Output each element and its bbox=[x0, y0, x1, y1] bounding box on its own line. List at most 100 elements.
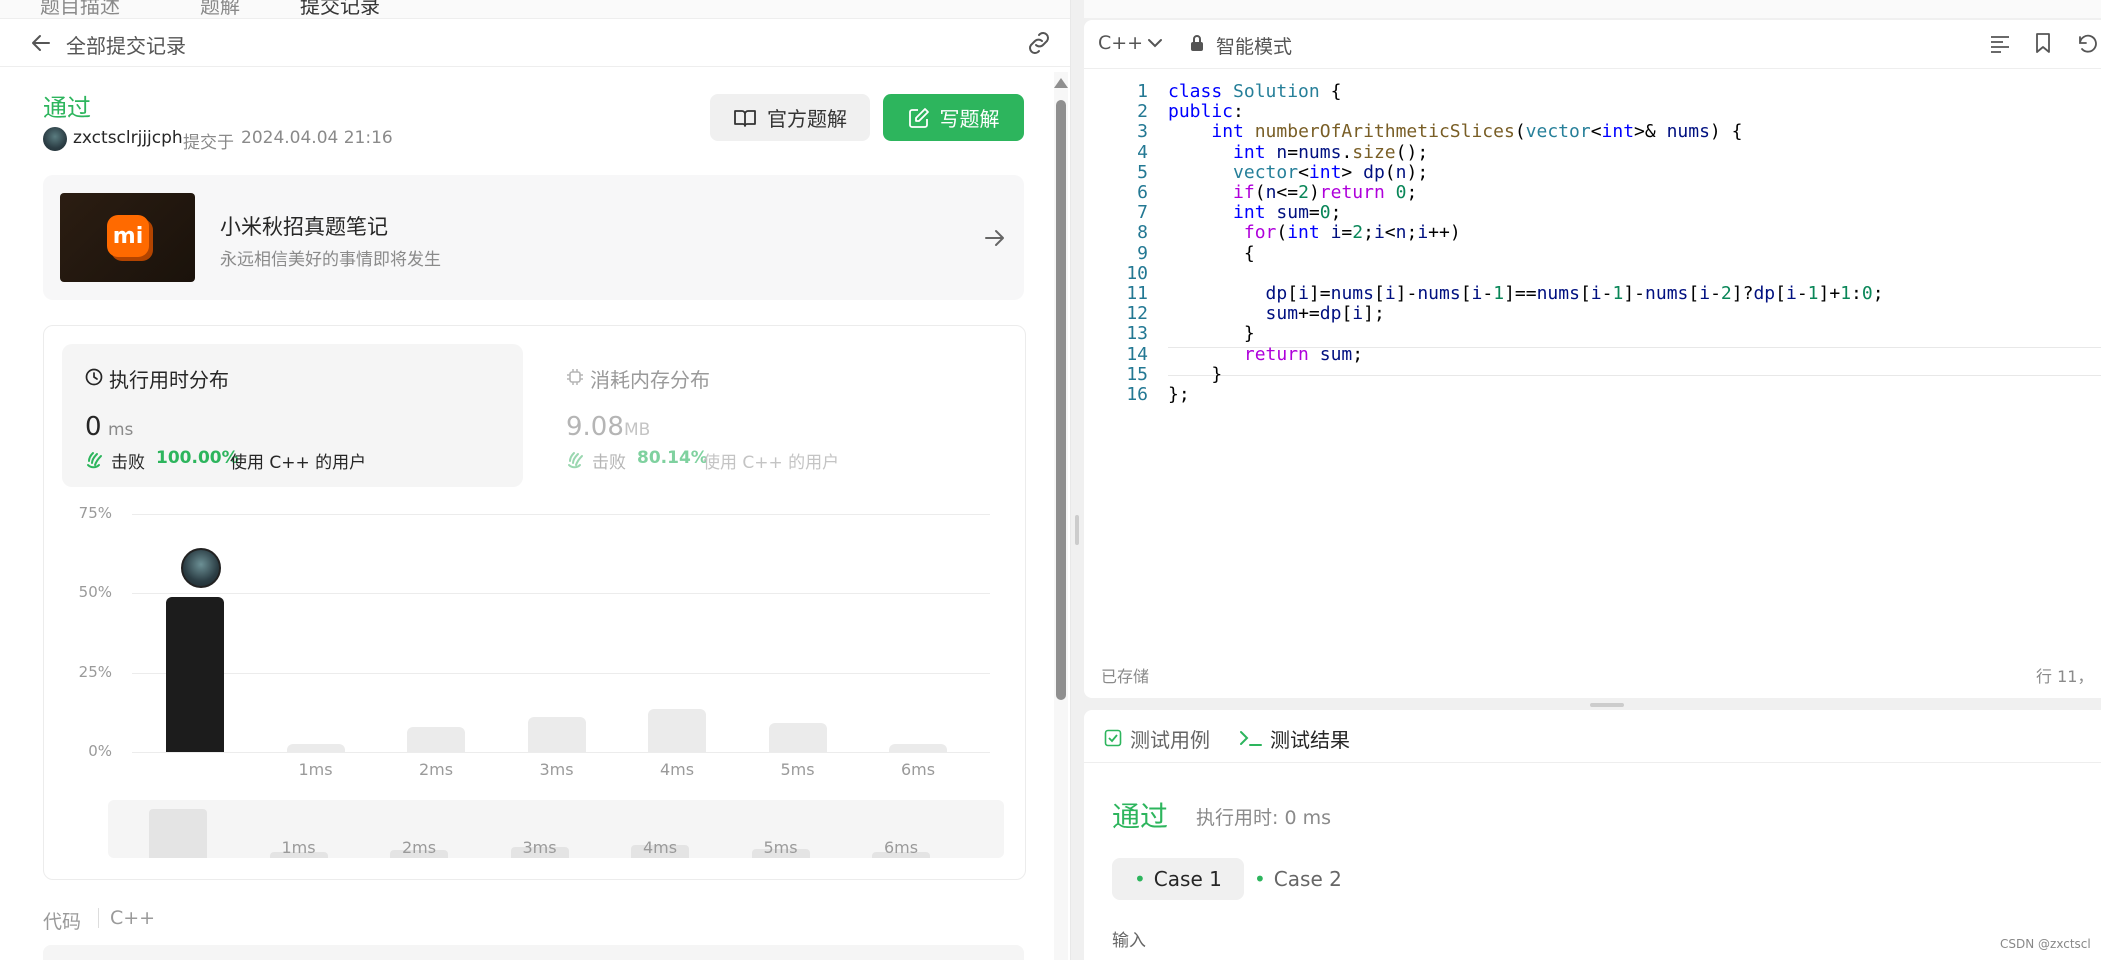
xiaomi-logo-icon: mi bbox=[107, 215, 149, 257]
overview-tick-label: 1ms bbox=[281, 838, 316, 857]
runtime-beat-prefix: 击败 bbox=[111, 453, 145, 473]
smart-mode-label[interactable]: 智能模式 bbox=[1216, 32, 1292, 59]
chart-x-tick-label: 2ms bbox=[418, 760, 454, 779]
book-icon bbox=[734, 109, 756, 127]
pass-dot-icon: • bbox=[1134, 867, 1146, 891]
chart-x-tick-label: 5ms bbox=[780, 760, 815, 779]
chart-bar-0ms[interactable] bbox=[166, 596, 224, 752]
case-label: Case 1 bbox=[1153, 867, 1222, 891]
chart-gridline bbox=[132, 752, 990, 753]
runtime-value: 0 bbox=[85, 412, 102, 442]
overview-tick-label: 2ms bbox=[401, 838, 437, 857]
case-tab-2[interactable]: • Case 2 bbox=[1232, 858, 1364, 900]
splitter-handle[interactable] bbox=[1075, 515, 1079, 545]
input-label: 输入 bbox=[1112, 931, 1146, 951]
code-editor-panel: C++ 智能模式 1 class Solution {2 public: 3 int … bbox=[1084, 20, 2101, 698]
divider bbox=[98, 908, 99, 928]
reset-icon[interactable] bbox=[2076, 33, 2098, 55]
avatar[interactable] bbox=[43, 127, 67, 151]
official-solution-label: 官方题解 bbox=[767, 107, 847, 131]
bookmark-icon[interactable] bbox=[2034, 32, 2052, 54]
edit-icon bbox=[908, 107, 929, 128]
chart-y-tick-label: 75% bbox=[78, 504, 112, 522]
format-icon[interactable] bbox=[1989, 34, 2011, 54]
tab-solutions[interactable]: 题解 bbox=[200, 0, 240, 19]
line-number: 16 bbox=[1126, 384, 1148, 405]
horizontal-resize-handle[interactable] bbox=[1590, 703, 1624, 707]
result-tab-bar: 测试用例 测试结果 bbox=[1084, 710, 2101, 763]
runtime-title: 执行用时分布 bbox=[109, 368, 229, 392]
runtime-beat-pct: 100.00% bbox=[156, 448, 239, 468]
chart-gridline bbox=[132, 593, 990, 595]
clap-icon bbox=[87, 452, 102, 469]
chart-gridline bbox=[132, 514, 990, 515]
chart-bar-1ms[interactable] bbox=[286, 744, 345, 752]
submitted-time: 2024.04.04 21:16 bbox=[241, 128, 393, 148]
chevron-down-icon[interactable] bbox=[1147, 37, 1163, 49]
chart-x-tick-label: 3ms bbox=[539, 760, 574, 779]
chart-x-tick-label: 1ms bbox=[298, 760, 333, 779]
memory-unit: MB bbox=[624, 420, 651, 440]
memory-value: 9.08 bbox=[566, 412, 624, 442]
runtime-unit: ms bbox=[108, 420, 134, 440]
overview-tick-label: 6ms bbox=[883, 838, 919, 857]
language-select[interactable]: C++ bbox=[1098, 32, 1143, 54]
clap-icon bbox=[568, 452, 583, 469]
result-status: 通过 bbox=[1112, 800, 1169, 833]
back-arrow-icon[interactable] bbox=[30, 32, 52, 54]
submission-panel: 题目描述 题解 提交记录 全部提交记录 通过 zxctsclrjjjcph 提交… bbox=[0, 0, 1071, 960]
chart-range-overview[interactable]: 1ms 2ms 3ms 4ms 5ms 6ms bbox=[108, 800, 1004, 858]
memory-beat-suffix: 使用 C++ 的用户 bbox=[703, 453, 840, 473]
chart-y-tick-label: 25% bbox=[78, 662, 112, 681]
tab-testcase[interactable]: 测试用例 bbox=[1130, 724, 1210, 753]
chart-bar-3ms[interactable] bbox=[527, 717, 586, 752]
share-link-icon[interactable] bbox=[1025, 31, 1053, 55]
author-name[interactable]: zxctsclrjjjcph bbox=[73, 128, 183, 148]
overview-tick-label: 5ms bbox=[763, 838, 798, 857]
scroll-up-icon[interactable] bbox=[1054, 78, 1068, 88]
runtime-stat-card[interactable]: 执行用时分布 0 ms 击败 100.00% 使用 C++ 的用户 bbox=[62, 344, 523, 487]
chart-x-tick-label: 4ms bbox=[659, 760, 695, 779]
promo-card[interactable]: mi 小米秋招真题笔记 永远相信美好的事情即将发生 bbox=[43, 175, 1024, 300]
submitted-label: 提交于 bbox=[183, 133, 234, 153]
chart-bar-4ms[interactable] bbox=[648, 709, 706, 752]
editor-toolbar: C++ 智能模式 bbox=[1084, 20, 2101, 69]
checkbox-icon bbox=[1104, 729, 1122, 747]
all-submissions-label[interactable]: 全部提交记录 bbox=[66, 30, 186, 59]
tab-description[interactable]: 题目描述 bbox=[40, 0, 120, 19]
submission-status: 通过 bbox=[43, 94, 91, 122]
tab-result[interactable]: 测试结果 bbox=[1270, 724, 1350, 753]
runtime-distribution-chart: 75% 50% 25% 0% 1ms 2ms 3ms 4ms 5ms 6ms bbox=[62, 500, 1012, 790]
write-solution-label: 写题解 bbox=[939, 107, 1000, 131]
memory-beat-pct: 80.14% bbox=[637, 448, 708, 468]
case-tab-1[interactable]: • Case 1 bbox=[1112, 858, 1244, 900]
official-solution-button[interactable]: 官方题解 bbox=[710, 94, 870, 141]
test-result-panel: 测试用例 测试结果 通过 执行用时: 0 ms • Case 1 • Case … bbox=[1084, 710, 2101, 960]
code-line[interactable]: 16}; bbox=[1084, 381, 2101, 408]
chart-bar-6ms[interactable] bbox=[889, 744, 947, 752]
result-runtime: 执行用时: 0 ms bbox=[1196, 807, 1331, 829]
write-solution-button[interactable]: 写题解 bbox=[883, 94, 1024, 141]
runtime-beat-suffix: 使用 C++ 的用户 bbox=[230, 453, 367, 473]
chart-bar-5ms[interactable] bbox=[768, 723, 827, 752]
chart-x-tick-label: 6ms bbox=[900, 760, 936, 779]
chart-bar-2ms[interactable] bbox=[407, 726, 465, 752]
case-label: Case 2 bbox=[1273, 867, 1342, 891]
overview-tick-label: 3ms bbox=[522, 838, 557, 857]
problem-tab-bar: 题目描述 题解 提交记录 bbox=[0, 0, 1070, 19]
promo-title: 小米秋招真题笔记 bbox=[220, 215, 388, 239]
overview-bar bbox=[149, 809, 207, 858]
code-area[interactable]: 1 class Solution {2 public: 3 int numberOfA… bbox=[1084, 78, 2101, 548]
chart-y-tick-label: 0% bbox=[88, 742, 112, 760]
memory-stat-card[interactable]: 消耗内存分布 9.08 MB 击败 80.14% 使用 C++ 的用户 bbox=[543, 344, 1004, 487]
overview-tick-label: 4ms bbox=[642, 838, 678, 857]
terminal-icon bbox=[1240, 731, 1262, 746]
panel-splitter[interactable] bbox=[1072, 0, 1082, 960]
memory-beat-prefix: 击败 bbox=[592, 453, 626, 473]
arrow-right-icon bbox=[985, 230, 1004, 246]
code-section-label: 代码 bbox=[43, 911, 82, 933]
tab-submissions[interactable]: 提交记录 bbox=[300, 0, 380, 19]
promo-subtitle: 永远相信美好的事情即将发生 bbox=[220, 250, 441, 270]
lock-icon bbox=[1191, 35, 1203, 51]
scrollbar-thumb[interactable] bbox=[1056, 100, 1066, 700]
